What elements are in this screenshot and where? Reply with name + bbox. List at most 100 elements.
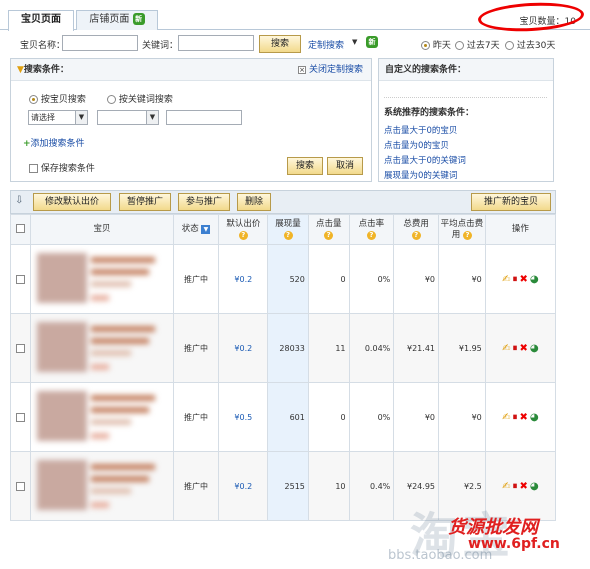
pause-icon[interactable]: ⏸ [513, 481, 518, 492]
row-select-cell[interactable] [9, 451, 32, 521]
save-condition-checkbox[interactable]: 保存搜索条件 [29, 161, 95, 174]
item-blurred-preview [35, 458, 163, 514]
dropdown-icon[interactable]: ▼ [201, 225, 211, 234]
radio-icon [505, 41, 514, 50]
table-toolbar: ⇩ 修改默认出价 暂停推广 参与推广 删除 推广新的宝贝 [10, 190, 556, 214]
row-select-cell[interactable] [9, 382, 32, 452]
default-bid-cell[interactable]: ¥0.2 [218, 313, 269, 383]
conditions-title: 搜索条件： [23, 65, 69, 75]
delete-button[interactable]: 删除 [237, 193, 271, 211]
checkbox-icon [16, 481, 26, 491]
checkbox-icon [29, 164, 38, 173]
help-icon[interactable]: ? [462, 230, 472, 240]
filter-icon: ▼ [17, 65, 24, 75]
col-ctr: 点击率? [348, 214, 395, 245]
conditions-cancel-button[interactable]: 取消 [327, 157, 363, 175]
row-select-cell[interactable] [9, 244, 32, 314]
select-all-cell[interactable] [9, 214, 32, 245]
close-custom-search[interactable]: × 关闭定制搜索 [298, 59, 363, 81]
pause-icon[interactable]: ⏸ [513, 343, 518, 354]
dropdown-arrow-icon[interactable]: ▼ [352, 38, 357, 46]
recommend-link[interactable]: 展现量为0的关键词 [384, 169, 457, 181]
join-promotion-button[interactable]: 参与推广 [178, 193, 230, 211]
recommend-link[interactable]: 点击量为0的宝贝 [384, 139, 449, 151]
search-button[interactable]: 搜索 [259, 35, 301, 53]
edit-hand-icon[interactable]: ✍ [502, 412, 510, 423]
delete-icon[interactable]: ✖ [520, 274, 528, 285]
report-chart-icon[interactable]: ◕ [530, 481, 539, 492]
help-icon[interactable]: ? [238, 230, 248, 240]
tab-shop-page[interactable]: 店铺页面 新 [76, 10, 158, 30]
pause-icon[interactable]: ⏸ [513, 274, 518, 285]
edit-hand-icon[interactable]: ✍ [502, 343, 510, 354]
item-name-input[interactable] [62, 35, 138, 51]
item-thumbnail-cell[interactable] [30, 313, 174, 383]
impressions-cell: 28033 [267, 313, 309, 383]
ctr-cell: 0% [348, 244, 395, 314]
checkbox-icon [16, 274, 26, 284]
conditions-search-button[interactable]: 搜索 [287, 157, 323, 175]
table-row: 推广中 ¥0.2 520 0 0% ¥0 ¥0 ✍ ⏸ ✖ ◕ [9, 244, 557, 314]
default-bid-cell[interactable]: ¥0.2 [218, 244, 269, 314]
custom-search-link[interactable]: 定制搜索 [308, 38, 344, 51]
col-status[interactable]: 状态 ▼ [172, 214, 220, 245]
impressions-cell: 2515 [267, 451, 309, 521]
date-option-7days[interactable]: 过去7天 [455, 38, 500, 51]
arrow-icon: ⇩ [15, 195, 24, 206]
ctr-cell: 0.04% [348, 313, 395, 383]
checkbox-icon [16, 343, 26, 353]
watermark-bbs: bbs.taobao.com [388, 548, 493, 563]
date-option-30days[interactable]: 过去30天 [505, 38, 555, 51]
date-option-yesterday[interactable]: 昨天 [421, 38, 451, 51]
checkbox-icon [16, 412, 26, 422]
report-chart-icon[interactable]: ◕ [530, 412, 539, 423]
condition-value-input[interactable] [166, 110, 242, 125]
col-item: 宝贝 [30, 214, 174, 245]
condition-field-select[interactable]: 请选择 ▼ [28, 110, 88, 125]
promote-new-item-button[interactable]: 推广新的宝贝 [471, 193, 551, 211]
total-cost-cell: ¥0 [393, 244, 439, 314]
row-select-cell[interactable] [9, 313, 32, 383]
default-bid-cell[interactable]: ¥0.2 [218, 451, 269, 521]
item-blurred-preview [35, 251, 163, 307]
item-name-label: 宝贝名称： [20, 41, 66, 51]
col-default-bid: 默认出价? [218, 214, 269, 245]
condition-operator-select[interactable]: ▼ [97, 110, 159, 125]
items-table: 宝贝 状态 ▼ 默认出价? 展现量? 点击量? 点击率? 总费用? 平均点击费用… [9, 214, 557, 521]
edit-default-bid-button[interactable]: 修改默认出价 [33, 193, 111, 211]
chevron-down-icon: ▼ [75, 111, 87, 124]
help-icon[interactable]: ? [411, 230, 421, 240]
clicks-cell: 11 [307, 313, 350, 383]
radio-by-keyword[interactable]: 按关键词搜索 [107, 92, 173, 105]
report-chart-icon[interactable]: ◕ [530, 343, 539, 354]
delete-icon[interactable]: ✖ [520, 481, 528, 492]
actions-cell: ✍ ⏸ ✖ ◕ [484, 382, 557, 452]
edit-hand-icon[interactable]: ✍ [502, 481, 510, 492]
col-impressions: 展现量? [267, 214, 309, 245]
pause-promotion-button[interactable]: 暂停推广 [119, 193, 171, 211]
tab-shop-page-label: 店铺页面 [89, 14, 130, 25]
help-icon[interactable]: ? [283, 230, 293, 240]
help-icon[interactable]: ? [366, 230, 376, 240]
delete-icon[interactable]: ✖ [520, 412, 528, 423]
radio-by-item[interactable]: 按宝贝搜索 [29, 92, 86, 105]
item-thumbnail-cell[interactable] [30, 244, 174, 314]
pause-icon[interactable]: ⏸ [513, 412, 518, 423]
report-chart-icon[interactable]: ◕ [530, 274, 539, 285]
keyword-input[interactable] [178, 35, 254, 51]
delete-icon[interactable]: ✖ [520, 343, 528, 354]
add-condition-link[interactable]: +添加搜索条件 [23, 136, 85, 149]
col-total-cost: 总费用? [393, 214, 439, 245]
ctr-cell: 0.4% [348, 451, 395, 521]
tab-item-page[interactable]: 宝贝页面 [8, 10, 74, 31]
default-bid-cell[interactable]: ¥0.5 [218, 382, 269, 452]
col-clicks: 点击量? [307, 214, 350, 245]
item-thumbnail-cell[interactable] [30, 451, 174, 521]
recommend-link[interactable]: 点击量大于0的关键词 [384, 154, 466, 166]
edit-hand-icon[interactable]: ✍ [502, 274, 510, 285]
clicks-cell: 0 [307, 244, 350, 314]
help-icon[interactable]: ? [324, 230, 334, 240]
recommend-link[interactable]: 点击量大于0的宝贝 [384, 124, 457, 136]
item-thumbnail-cell[interactable] [30, 382, 174, 452]
radio-icon [455, 41, 464, 50]
